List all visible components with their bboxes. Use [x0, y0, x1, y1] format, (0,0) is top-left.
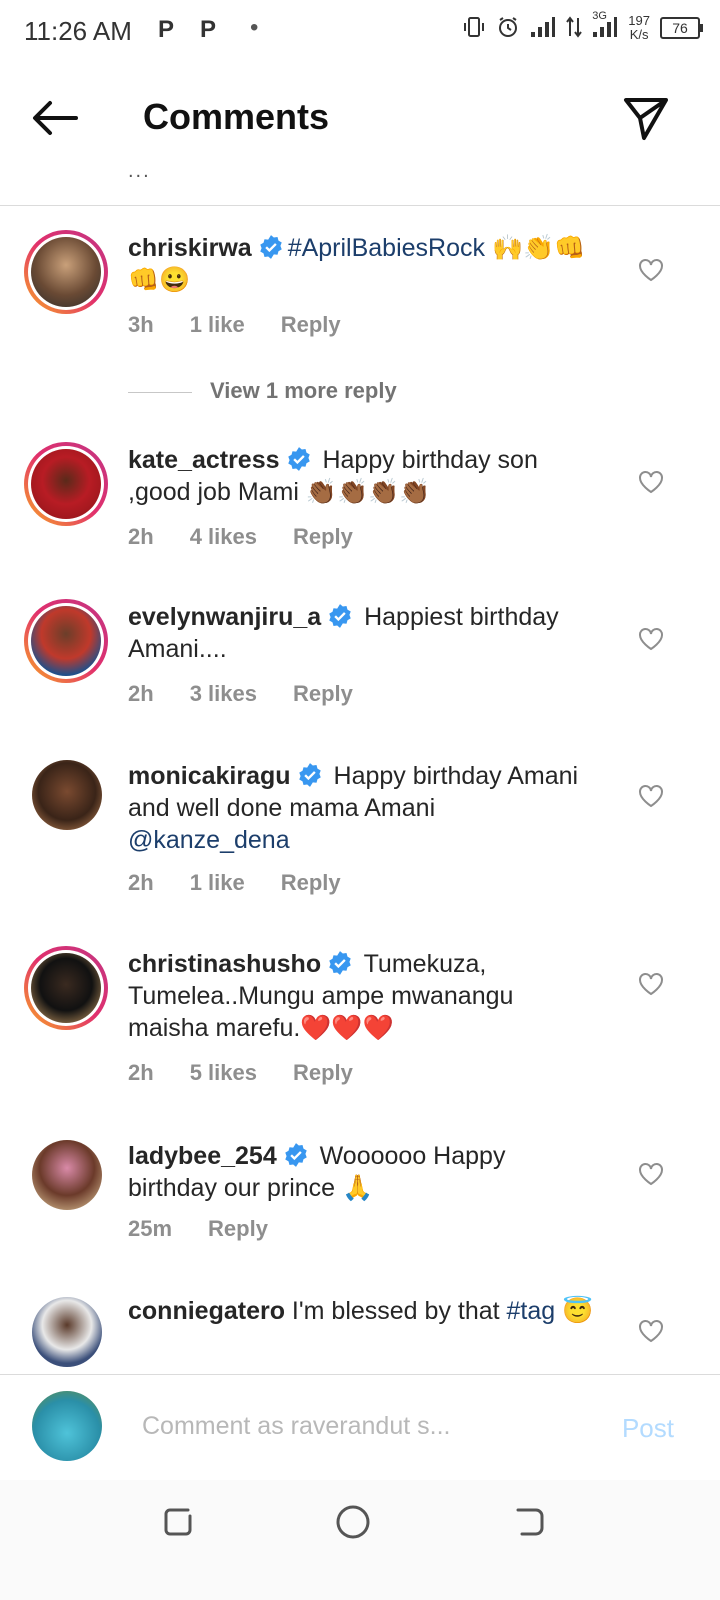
my-avatar — [32, 1391, 102, 1461]
system-icons: 3G 197 K/s 76 — [462, 10, 703, 42]
comment-emoji: 😇 — [555, 1297, 594, 1325]
comment-time: 2h — [128, 1060, 154, 1085]
comment-body: monicakiragu Happy birthday Amani and we… — [128, 760, 598, 856]
direct-message-icon[interactable] — [622, 94, 670, 142]
comment-username[interactable]: monicakiragu — [128, 762, 291, 790]
comment-meta: 2h 5 likes Reply — [128, 1060, 389, 1086]
divider — [0, 205, 720, 206]
notification-icon-p: P — [158, 16, 175, 43]
comment-time: 25m — [128, 1216, 173, 1241]
comment-username[interactable]: kate_actress — [128, 446, 280, 474]
comment-username[interactable]: ladybee_254 — [128, 1142, 277, 1170]
data-transfer-icon — [566, 15, 583, 41]
back-nav-icon[interactable] — [510, 1502, 550, 1542]
like-count[interactable]: 1 like — [190, 312, 245, 337]
network-3g-icon: 3G — [592, 10, 618, 41]
comment-body: christinashusho Tumekuza, Tumelea..Mungu… — [128, 948, 598, 1044]
reply-button[interactable]: Reply — [293, 524, 353, 549]
avatar[interactable] — [24, 946, 108, 1030]
hashtag-link[interactable]: #AprilBabiesRock — [288, 234, 485, 262]
battery-icon: 76 — [660, 17, 703, 39]
view-more-line — [128, 391, 192, 393]
comment-username[interactable]: chriskirwa — [128, 234, 252, 262]
comment-body: kate_actress Happy birthday son ,good jo… — [128, 444, 598, 508]
comment-meta: 25m Reply — [128, 1216, 304, 1242]
comment-meta: 2h 4 likes Reply — [128, 524, 389, 550]
comment-meta: 2h 1 like Reply — [128, 870, 377, 896]
comment-time: 2h — [128, 524, 154, 549]
verified-badge-icon — [298, 763, 321, 787]
reply-button[interactable]: Reply — [281, 870, 341, 895]
network-type: 3G — [592, 9, 607, 22]
heart-icon[interactable] — [638, 470, 664, 494]
avatar[interactable] — [24, 230, 108, 314]
network-speed: 197 K/s — [628, 14, 650, 42]
truncated-text: ... — [128, 160, 151, 182]
comment-body: conniegatero I'm blessed by that #tag 😇 — [128, 1295, 598, 1327]
comment-username[interactable]: conniegatero — [128, 1297, 285, 1325]
reply-button[interactable]: Reply — [293, 1060, 353, 1085]
speed-unit: K/s — [629, 27, 649, 42]
vibrate-icon — [462, 15, 486, 42]
comment-username[interactable]: christinashusho — [128, 950, 321, 978]
comment-time: 2h — [128, 681, 154, 706]
recents-icon[interactable] — [158, 1502, 198, 1542]
verified-badge-icon — [329, 951, 351, 975]
status-time: 11:26 AM — [24, 16, 132, 46]
verified-badge-icon — [329, 604, 351, 628]
like-count[interactable]: 1 like — [190, 870, 245, 895]
heart-icon[interactable] — [638, 1319, 664, 1343]
alarm-icon — [496, 15, 520, 42]
reply-button[interactable]: Reply — [293, 681, 353, 706]
speed-value: 197 — [628, 13, 650, 28]
back-arrow-icon[interactable] — [30, 98, 80, 138]
comment-composer: Post — [0, 1374, 720, 1481]
view-more-replies[interactable]: View 1 more reply — [128, 378, 397, 404]
status-bar: 11:26 AM P P • 3G 197 K/s 76 — [0, 0, 720, 62]
reply-button[interactable]: Reply — [208, 1216, 268, 1241]
heart-icon[interactable] — [638, 784, 664, 808]
post-button[interactable]: Post — [622, 1413, 674, 1444]
comment-text: I'm blessed by that — [284, 1297, 507, 1325]
verified-badge-icon — [284, 1143, 307, 1167]
comment-meta: 2h 3 likes Reply — [128, 681, 389, 707]
page-title: Comments — [143, 96, 330, 137]
comment-body: chriskirwa #AprilBabiesRock 🙌👏👊👊😀 — [128, 232, 598, 296]
comment-body: ladybee_254 Woooooo Happy birthday our p… — [128, 1140, 598, 1204]
comment-time: 3h — [128, 312, 154, 337]
notification-icon-p: P — [200, 16, 217, 43]
reply-button[interactable]: Reply — [281, 312, 341, 337]
view-more-label: View 1 more reply — [210, 378, 397, 403]
comment-username[interactable]: evelynwanjiru_a — [128, 603, 321, 631]
hashtag-link[interactable]: #tag — [507, 1297, 556, 1325]
like-count[interactable]: 3 likes — [190, 681, 257, 706]
heart-icon[interactable] — [638, 258, 664, 282]
like-count[interactable]: 4 likes — [190, 524, 257, 549]
system-nav-bar — [0, 1480, 720, 1600]
mention-link[interactable]: @kanze_dena — [128, 826, 290, 854]
avatar[interactable] — [32, 1140, 102, 1210]
more-notifications-dot: • — [250, 14, 259, 41]
signal-icon — [530, 16, 556, 41]
heart-icon[interactable] — [638, 972, 664, 996]
like-count[interactable]: 5 likes — [190, 1060, 257, 1085]
avatar[interactable] — [32, 760, 102, 830]
verified-badge-icon — [259, 235, 282, 259]
comments-header: Comments — [0, 62, 720, 172]
heart-icon[interactable] — [638, 1162, 664, 1186]
home-icon[interactable] — [333, 1502, 373, 1542]
verified-badge-icon — [287, 447, 310, 471]
heart-icon[interactable] — [638, 627, 664, 651]
comment-meta: 3h 1 like Reply — [128, 312, 377, 338]
comment-body: evelynwanjiru_a Happiest birthday Amani.… — [128, 601, 598, 665]
comment-time: 2h — [128, 870, 154, 895]
avatar[interactable] — [24, 599, 108, 683]
avatar[interactable] — [24, 442, 108, 526]
comment-input[interactable] — [140, 1405, 584, 1447]
avatar[interactable] — [32, 1297, 102, 1367]
